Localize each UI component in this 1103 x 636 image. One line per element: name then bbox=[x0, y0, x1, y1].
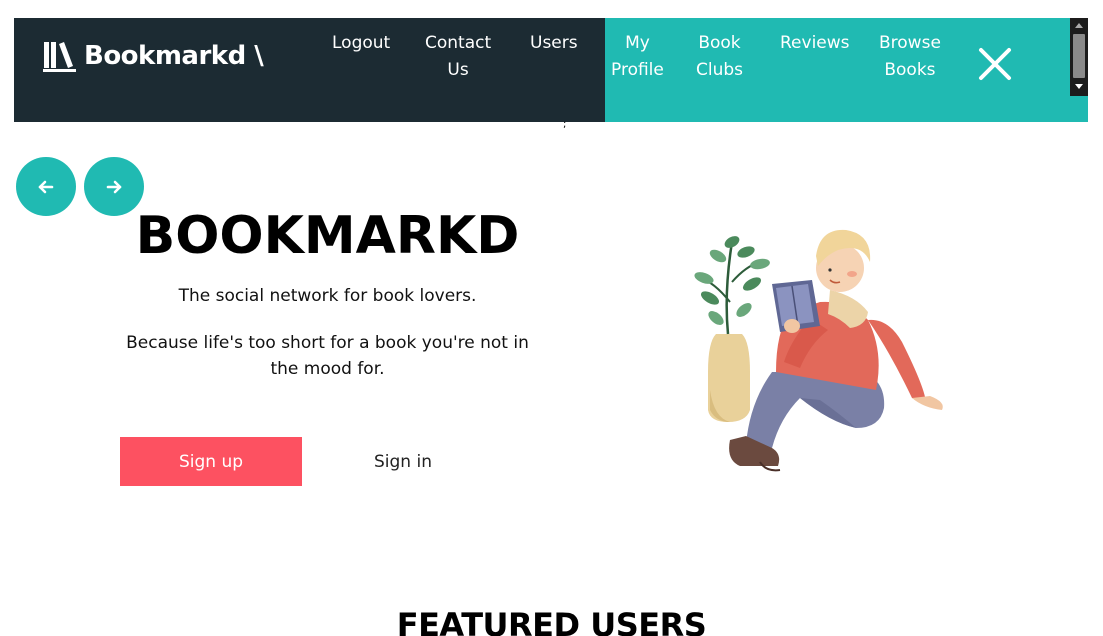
close-menu-button[interactable] bbox=[975, 44, 1015, 84]
stray-mark: ; bbox=[563, 119, 567, 130]
brand-logo[interactable]: Bookmarkd \ bbox=[42, 38, 264, 74]
nav-teal-section: My Profile Book Clubs Reviews Browse Boo… bbox=[605, 18, 1088, 122]
nav-contact-us[interactable]: Contact Us bbox=[425, 30, 491, 84]
nav-browse-label-2: Books bbox=[884, 60, 936, 80]
hero-tagline: Because life's too short for a book you'… bbox=[126, 333, 529, 379]
nav-my-profile[interactable]: My Profile bbox=[611, 30, 664, 84]
signup-button[interactable]: Sign up bbox=[120, 437, 302, 486]
nav-book-clubs[interactable]: Book Clubs bbox=[696, 30, 743, 84]
nav-scrollbar[interactable] bbox=[1070, 18, 1088, 96]
nav-users-label: Users bbox=[530, 33, 578, 53]
arrow-right-icon bbox=[106, 180, 122, 193]
nav-reviews[interactable]: Reviews bbox=[780, 30, 850, 57]
nav-browse-books[interactable]: Browse Books bbox=[879, 30, 941, 84]
brand-name: Bookmarkd \ bbox=[84, 41, 264, 71]
reader-illustration bbox=[694, 229, 943, 472]
nav-reviews-label: Reviews bbox=[780, 33, 850, 53]
scroll-up-arrow-icon[interactable] bbox=[1075, 23, 1083, 28]
nav-clubs-label-2: Clubs bbox=[696, 60, 744, 80]
hero-subtitle: The social network for book lovers. bbox=[178, 286, 477, 306]
scroll-down-arrow-icon[interactable] bbox=[1075, 84, 1083, 89]
nav-clubs-label-1: Book bbox=[698, 33, 741, 53]
books-icon bbox=[43, 42, 76, 72]
nav-contact-label-2: Us bbox=[447, 60, 469, 80]
nav-users[interactable]: Users bbox=[530, 30, 578, 57]
page: Bookmarkd \ Logout Contact Us Users ; My… bbox=[0, 0, 1103, 636]
navbar: Bookmarkd \ Logout Contact Us Users ; My… bbox=[14, 18, 1088, 130]
carousel-prev-button[interactable] bbox=[16, 157, 76, 216]
arrow-left-icon bbox=[38, 180, 54, 193]
scroll-thumb[interactable] bbox=[1073, 34, 1085, 78]
nav-profile-label-2: Profile bbox=[611, 60, 664, 80]
nav-contact-label-1: Contact bbox=[425, 33, 492, 53]
nav-logout-label: Logout bbox=[332, 33, 391, 53]
nav-browse-label-1: Browse bbox=[879, 33, 941, 53]
nav-logout[interactable]: Logout bbox=[332, 30, 390, 57]
signin-button[interactable]: Sign in bbox=[340, 437, 466, 486]
featured-users-heading: FEATURED USERS bbox=[396, 606, 707, 636]
nav-dark-section: Bookmarkd \ Logout Contact Us Users ; bbox=[14, 18, 605, 130]
close-icon bbox=[979, 48, 1011, 80]
nav-profile-label-1: My bbox=[625, 33, 650, 53]
hero-title: BOOKMARKD bbox=[135, 206, 520, 266]
